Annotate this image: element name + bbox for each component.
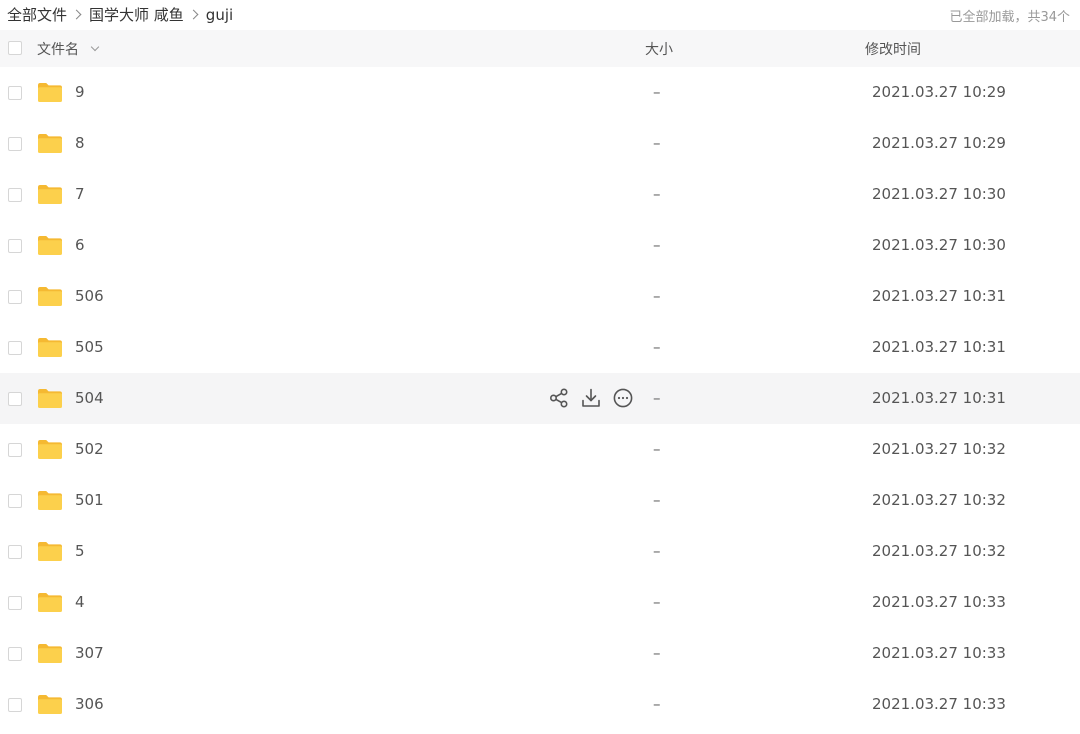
folder-icon (38, 185, 62, 204)
file-modified-time: 2021.03.27 10:33 (872, 644, 1006, 662)
file-size: – (653, 338, 661, 356)
file-row[interactable]: 4 – 2021.03.27 10:33 (0, 577, 1080, 628)
file-size: – (653, 542, 661, 560)
row-checkbox[interactable] (8, 188, 22, 202)
file-name[interactable]: 501 (75, 491, 104, 509)
folder-icon (38, 593, 62, 612)
row-checkbox[interactable] (8, 545, 22, 559)
file-modified-time: 2021.03.27 10:31 (872, 287, 1006, 305)
chevron-right-icon (188, 9, 199, 20)
file-size: – (653, 440, 661, 458)
row-actions (548, 387, 634, 409)
file-size: – (653, 644, 661, 662)
folder-icon (38, 83, 62, 102)
file-modified-time: 2021.03.27 10:29 (872, 134, 1006, 152)
row-checkbox[interactable] (8, 494, 22, 508)
download-icon[interactable] (580, 387, 602, 409)
folder-icon (38, 389, 62, 408)
row-checkbox[interactable] (8, 443, 22, 457)
top-bar: 全部文件 国学大师 咸鱼 guji 已全部加载，共34个 (0, 0, 1080, 30)
folder-icon (38, 542, 62, 561)
file-name[interactable]: 506 (75, 287, 104, 305)
file-size: – (653, 491, 661, 509)
file-name[interactable]: 7 (75, 185, 85, 203)
file-modified-time: 2021.03.27 10:30 (872, 185, 1006, 203)
file-modified-time: 2021.03.27 10:30 (872, 236, 1006, 254)
file-size: – (653, 593, 661, 611)
select-all-checkbox[interactable] (8, 41, 22, 55)
more-icon[interactable] (612, 387, 634, 409)
file-size: – (653, 236, 661, 254)
file-name[interactable]: 307 (75, 644, 104, 662)
file-row[interactable]: 7 – 2021.03.27 10:30 (0, 169, 1080, 220)
row-checkbox[interactable] (8, 239, 22, 253)
folder-icon (38, 695, 62, 714)
file-name[interactable]: 8 (75, 134, 85, 152)
load-status: 已全部加载，共34个 (949, 10, 1070, 25)
file-modified-time: 2021.03.27 10:31 (872, 338, 1006, 356)
file-name[interactable]: 5 (75, 542, 85, 560)
folder-icon (38, 440, 62, 459)
file-modified-time: 2021.03.27 10:29 (872, 83, 1006, 101)
list-header: 文件名 大小 修改时间 (0, 30, 1080, 67)
file-modified-time: 2021.03.27 10:33 (872, 593, 1006, 611)
folder-icon (38, 338, 62, 357)
file-size: – (653, 287, 661, 305)
file-size: – (653, 83, 661, 101)
file-row[interactable]: 8 – 2021.03.27 10:29 (0, 118, 1080, 169)
row-checkbox[interactable] (8, 647, 22, 661)
file-size: – (653, 134, 661, 152)
file-name[interactable]: 504 (75, 389, 104, 407)
file-row[interactable]: 506 – 2021.03.27 10:31 (0, 271, 1080, 322)
chevron-down-icon[interactable] (90, 42, 100, 52)
row-checkbox[interactable] (8, 341, 22, 355)
breadcrumb-item-current: guji (205, 5, 234, 24)
breadcrumb: 全部文件 国学大师 咸鱼 guji (7, 4, 233, 25)
row-checkbox[interactable] (8, 137, 22, 151)
file-row[interactable]: 9 – 2021.03.27 10:29 (0, 67, 1080, 118)
file-row[interactable]: 505 – 2021.03.27 10:31 (0, 322, 1080, 373)
breadcrumb-item-root[interactable]: 全部文件 (7, 4, 67, 25)
column-header-size: 大小 (645, 42, 673, 58)
row-checkbox[interactable] (8, 698, 22, 712)
column-header-name-label: 文件名 (37, 42, 79, 58)
file-row[interactable]: 504 – 2021.03.27 10:31 (0, 373, 1080, 424)
file-name[interactable]: 505 (75, 338, 104, 356)
folder-icon (38, 134, 62, 153)
file-name[interactable]: 4 (75, 593, 85, 611)
file-row[interactable]: 501 – 2021.03.27 10:32 (0, 475, 1080, 526)
row-checkbox[interactable] (8, 596, 22, 610)
row-checkbox[interactable] (8, 86, 22, 100)
folder-icon (38, 236, 62, 255)
row-checkbox[interactable] (8, 392, 22, 406)
file-size: – (653, 695, 661, 713)
row-checkbox[interactable] (8, 290, 22, 304)
column-header-modified: 修改时间 (865, 42, 921, 58)
file-row[interactable]: 502 – 2021.03.27 10:32 (0, 424, 1080, 475)
folder-icon (38, 644, 62, 663)
file-modified-time: 2021.03.27 10:32 (872, 440, 1006, 458)
file-size: – (653, 185, 661, 203)
folder-icon (38, 287, 62, 306)
breadcrumb-item-parent[interactable]: 国学大师 咸鱼 (89, 4, 184, 25)
file-name[interactable]: 306 (75, 695, 104, 713)
file-modified-time: 2021.03.27 10:32 (872, 542, 1006, 560)
share-icon[interactable] (548, 387, 570, 409)
file-modified-time: 2021.03.27 10:33 (872, 695, 1006, 713)
file-name[interactable]: 6 (75, 236, 85, 254)
chevron-right-icon (71, 9, 82, 20)
file-row[interactable]: 5 – 2021.03.27 10:32 (0, 526, 1080, 577)
file-name[interactable]: 502 (75, 440, 104, 458)
file-row[interactable]: 306 – 2021.03.27 10:33 (0, 679, 1080, 730)
file-row[interactable]: 6 – 2021.03.27 10:30 (0, 220, 1080, 271)
file-list: 9 – 2021.03.27 10:29 8 – 2021.03.27 10:2… (0, 67, 1080, 730)
file-size: – (653, 389, 661, 407)
file-modified-time: 2021.03.27 10:32 (872, 491, 1006, 509)
file-row[interactable]: 307 – 2021.03.27 10:33 (0, 628, 1080, 679)
column-header-name[interactable]: 文件名 (37, 39, 100, 59)
folder-icon (38, 491, 62, 510)
file-name[interactable]: 9 (75, 83, 85, 101)
file-modified-time: 2021.03.27 10:31 (872, 389, 1006, 407)
